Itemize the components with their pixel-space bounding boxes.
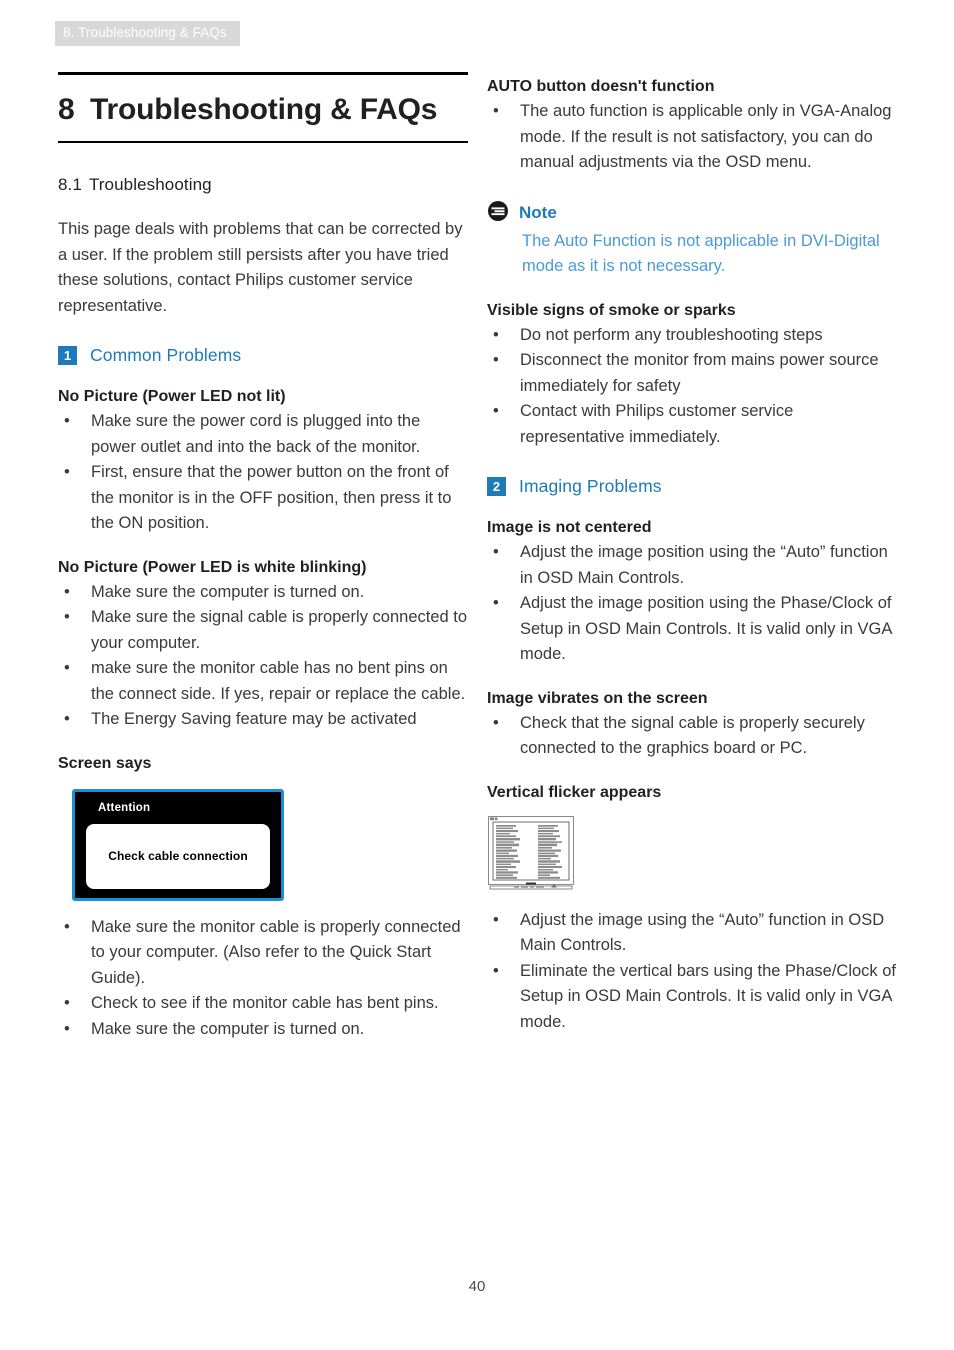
bullet-dot-icon: • (64, 412, 70, 430)
left-column: 8.1 Troubleshooting This page deals with … (58, 175, 468, 1042)
list-item: • Adjust the image position using the “Au… (487, 540, 899, 591)
list-item: • Check to see if the monitor cable has b… (58, 991, 468, 1017)
list-item: • Make sure the monitor cable is properly… (58, 915, 468, 992)
bullet-dot-icon: • (64, 917, 70, 936)
section-number: 8.1 (58, 175, 82, 194)
list-item-text: Make sure the power cord is plugged into… (91, 412, 421, 456)
bullet-dot-icon: • (493, 910, 499, 929)
bullet-list-smoke-or-sparks: • Do not perform any troubleshooting step… (487, 323, 899, 451)
list-item: • Make sure the power cord is plugged int… (58, 409, 468, 460)
bullet-list-auto-button: • The auto function is applicable only in… (487, 99, 899, 176)
bullet-dot-icon: • (493, 961, 499, 980)
list-item-text: Contact with Philips customer service re… (520, 402, 794, 446)
bullet-dot-icon: • (493, 102, 499, 120)
note-title: Note (519, 203, 557, 222)
bullet-list-no-picture-led-not-lit: • Make sure the power cord is plugged int… (58, 409, 468, 537)
title-rule-bottom (58, 141, 468, 143)
group-heading-imaging-problems: 2 Imaging Problems (487, 476, 899, 497)
bullet-dot-icon: • (493, 543, 499, 561)
vertical-flicker-illustration (488, 815, 580, 894)
list-item-text: Make sure the signal cable is properly c… (91, 608, 468, 652)
bullet-dot-icon: • (64, 994, 70, 1012)
note-callout: Note The Auto Function is not applicable… (487, 200, 899, 280)
page-number: 40 (468, 1278, 486, 1295)
running-header: 8. Troubleshooting & FAQs (55, 21, 240, 46)
section-heading: 8.1 Troubleshooting (58, 175, 468, 195)
list-item: • Check that the signal cable is properly… (487, 711, 899, 762)
group-badge-1: 1 (58, 346, 77, 365)
subheading-screen-says: Screen says (58, 754, 152, 772)
list-item: • Eliminate the vertical bars using the P… (487, 959, 899, 1036)
page-title: 8 Troubleshooting & FAQs (58, 75, 468, 141)
bullet-dot-icon: • (64, 582, 70, 601)
list-item: • Make sure the signal cable is properly … (58, 605, 468, 656)
list-item: • Adjust the image position using the Pha… (487, 591, 899, 668)
list-item-text: Adjust the image using the “Auto” functi… (520, 910, 885, 955)
list-item: • The auto function is applicable only in… (487, 99, 899, 176)
list-item-text: Make sure the monitor cable is properly … (91, 917, 461, 987)
subheading-image-vibrates: Image vibrates on the screen (487, 689, 708, 707)
list-item-text: Make sure the computer is turned on. (91, 582, 365, 601)
bullet-dot-icon: • (64, 710, 70, 728)
list-item-text: Make sure the computer is turned on. (91, 1019, 365, 1038)
right-column: AUTO button doesn't function • The auto f… (487, 78, 899, 1035)
chapter-title-block: 8 Troubleshooting & FAQs (58, 72, 468, 143)
list-item: • Make sure the computer is turned on. (58, 1017, 468, 1043)
bullet-dot-icon: • (64, 608, 70, 626)
chapter-number: 8 (58, 93, 75, 126)
list-item: • Make sure the computer is turned on. (58, 580, 468, 606)
list-item: • The Energy Saving feature may be activa… (58, 707, 468, 733)
list-item: • Contact with Philips customer service r… (487, 399, 899, 450)
note-icon (487, 200, 509, 227)
list-item-text: Do not perform any troubleshooting steps (520, 325, 823, 344)
bullet-dot-icon: • (493, 713, 499, 732)
bullet-dot-icon: • (493, 351, 499, 369)
list-item: • First, ensure that the power button on … (58, 460, 468, 537)
subheading-smoke-or-sparks: Visible signs of smoke or sparks (487, 301, 736, 319)
subheading-image-not-centered: Image is not centered (487, 519, 652, 536)
chapter-title-text: Troubleshooting & FAQs (90, 93, 438, 126)
list-item-text: make sure the monitor cable has no bent … (91, 659, 466, 703)
bullet-dot-icon: • (493, 402, 499, 420)
subheading-no-picture-led-blinking: No Picture (Power LED is white blinking) (58, 558, 367, 576)
list-item: • Adjust the image using the “Auto” funct… (487, 908, 899, 959)
bullet-list-no-picture-led-blinking: • Make sure the computer is turned on. • M… (58, 580, 468, 733)
bullet-list-vertical-flicker: • Adjust the image using the “Auto” funct… (487, 908, 899, 1036)
bullet-dot-icon: • (64, 1019, 70, 1038)
bullet-dot-icon: • (493, 594, 499, 612)
osd-attention-dialog-figure: Attention Check cable connection (72, 788, 284, 901)
bullet-list-screen-says: • Make sure the monitor cable is properly… (58, 915, 468, 1043)
note-body-text: The Auto Function is not applicable in D… (522, 231, 880, 276)
list-item-text: Check to see if the monitor cable has be… (91, 994, 439, 1012)
list-item-text: First, ensure that the power button on t… (91, 463, 452, 532)
list-item-text: Disconnect the monitor from mains power … (520, 351, 879, 395)
osd-dialog-title: Attention (98, 801, 151, 814)
bullet-dot-icon: • (64, 659, 70, 677)
list-item: • make sure the monitor cable has no bent… (58, 656, 468, 707)
list-item-text: Adjust the image position using the “Aut… (520, 543, 888, 587)
list-item-text: Eliminate the vertical bars using the Ph… (520, 961, 897, 1031)
bullet-dot-icon: • (493, 325, 499, 344)
note-header: Note (487, 200, 899, 227)
list-item-text: The auto function is applicable only in … (520, 102, 892, 171)
osd-dialog-inner-panel: Check cable connection (86, 823, 270, 889)
section-title: Troubleshooting (88, 175, 212, 194)
list-item-text: Check that the signal cable is properly … (520, 713, 865, 758)
list-item: • Disconnect the monitor from mains power… (487, 348, 899, 399)
subheading-vertical-flicker: Vertical flicker appears (487, 783, 662, 801)
group-heading-common-problems: 1 Common Problems (58, 345, 468, 366)
group-title-imaging-problems: Imaging Problems (519, 476, 662, 496)
bullet-list-image-not-centered: • Adjust the image position using the “Au… (487, 540, 899, 668)
osd-dialog-message: Check cable connection (108, 849, 248, 863)
list-item: • Do not perform any troubleshooting step… (487, 323, 899, 349)
subheading-no-picture-led-not-lit: No Picture (Power LED not lit) (58, 388, 286, 405)
list-item-text: The Energy Saving feature may be activat… (91, 710, 417, 728)
subheading-auto-button: AUTO button doesn't function (487, 78, 715, 95)
group-title-common-problems: Common Problems (90, 345, 242, 365)
bullet-dot-icon: • (64, 463, 70, 481)
group-badge-2: 2 (487, 477, 506, 496)
bullet-list-image-vibrates: • Check that the signal cable is properly… (487, 711, 899, 762)
intro-paragraph: This page deals with problems that can b… (58, 220, 463, 315)
list-item-text: Adjust the image position using the Phas… (520, 594, 892, 663)
